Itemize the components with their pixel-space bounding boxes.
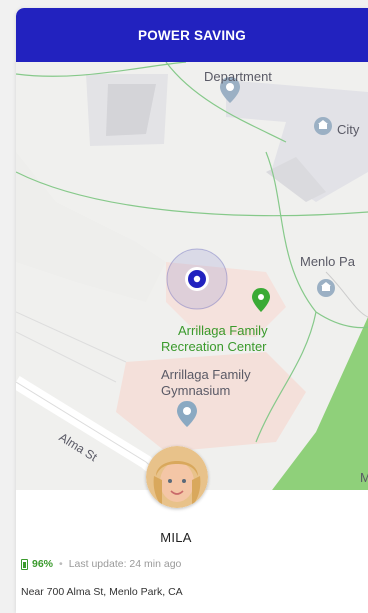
avatar-image [146, 446, 208, 508]
banner-label: POWER SAVING [138, 27, 246, 43]
child-name: MILA [160, 530, 192, 545]
path [325, 271, 368, 318]
map-label-rec-center-line1: Arrillaga Family [178, 323, 268, 338]
map-view[interactable]: Department City Menlo Pa Arrillaga Famil… [16, 62, 368, 498]
map-label-city: City [337, 122, 360, 137]
last-update: Last update: 24 min ago [68, 558, 182, 570]
bank-icon[interactable] [314, 117, 332, 135]
screen: POWER SAVING Department City Menlo Pa Ar… [16, 8, 368, 613]
device-status: 96% • Last update: 24 min ago [21, 558, 181, 570]
status-separator: • [59, 558, 63, 570]
map-label-department: Department [204, 69, 272, 84]
map-label-gym-line2: Gymnasium [161, 383, 231, 398]
map-label-rec-center-line2: Recreation Center [161, 339, 267, 354]
path [16, 331, 117, 383]
avatar[interactable] [146, 446, 208, 508]
map-label-menlo: Menlo Pa [300, 254, 355, 269]
current-location-icon[interactable] [166, 248, 228, 310]
path [16, 311, 127, 363]
power-saving-banner[interactable]: POWER SAVING [16, 8, 368, 62]
building [16, 152, 166, 302]
location-address: Near 700 Alma St, Menlo Park, CA [21, 586, 183, 598]
map-label-gym-line1: Arrillaga Family [161, 367, 251, 382]
battery-icon [21, 558, 28, 570]
bank-icon[interactable] [317, 279, 335, 297]
map-label-edge: M [360, 470, 368, 485]
battery-level: 96% [32, 558, 54, 570]
